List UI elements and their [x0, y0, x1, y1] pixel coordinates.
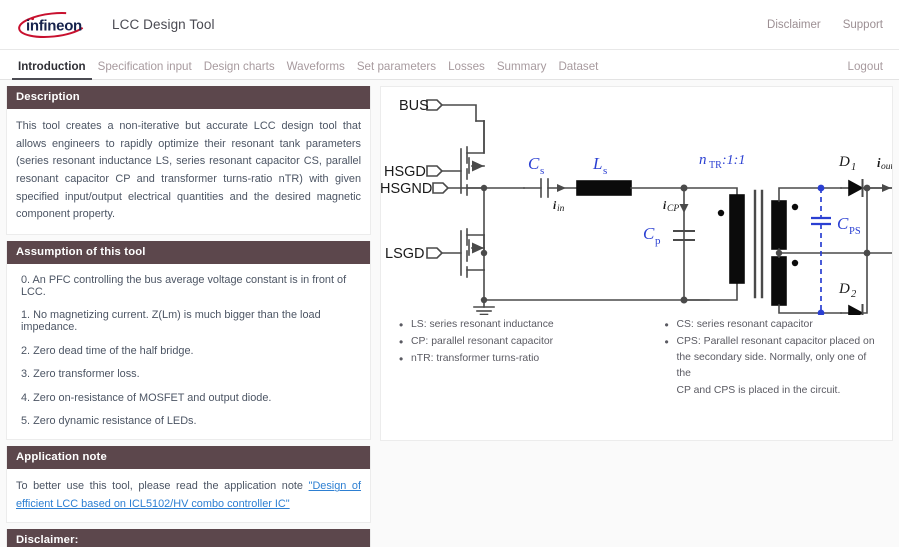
label-d2: D	[838, 281, 850, 297]
schematic-legend: LS: series resonant inductance CP: paral…	[381, 316, 892, 400]
svg-text:infineon: infineon	[26, 17, 82, 34]
legend-column-left: LS: series resonant inductance CP: paral…	[399, 316, 641, 400]
legend-column-right: CS: series resonant capacitor CPS: Paral…	[641, 316, 883, 400]
port-label-bus: BUS	[399, 98, 429, 114]
label-cp: C	[643, 224, 655, 243]
label-cps: C	[837, 214, 849, 233]
nav-item-design-charts[interactable]: Design charts	[198, 60, 281, 79]
schematic-panel: BUS HSGD HSGND LSGD C s L s C p C PS i i…	[380, 86, 893, 441]
nav-item-introduction[interactable]: Introduction	[12, 60, 92, 80]
label-cs: C	[528, 154, 540, 173]
nav-item-specification-input[interactable]: Specification input	[92, 60, 198, 79]
disclaimer-panel-title: Disclaimer:	[7, 529, 370, 547]
legend-item-ntr: nTR: transformer turns-ratio	[399, 350, 641, 369]
legend-item-cps: CPS: Parallel resonant capacitor placed …	[665, 333, 883, 399]
label-d2-sub: 2	[851, 289, 857, 300]
port-label-hsgd: HSGD	[384, 164, 426, 180]
label-d1: D	[838, 154, 850, 170]
application-note-panel-title: Application note	[7, 446, 370, 470]
infineon-logo[interactable]: infineon	[16, 11, 90, 39]
label-ls-sub: s	[603, 165, 607, 177]
assumption-panel-title: Assumption of this tool	[7, 240, 370, 264]
label-i-out-sub: out	[881, 162, 893, 172]
nav-item-summary[interactable]: Summary	[491, 60, 553, 79]
nav-item-set-parameters[interactable]: Set parameters	[351, 60, 442, 79]
label-ls: L	[592, 154, 602, 173]
legend-item-cps-line1: CPS: Parallel resonant capacitor placed …	[676, 336, 875, 348]
assumption-item-3: 3. Zero transformer loss.	[21, 368, 140, 381]
legend-item-cs: CS: series resonant capacitor	[665, 316, 883, 335]
description-panel-body: This tool creates a non-iterative but ac…	[16, 120, 361, 221]
primary-nav: Introduction Specification input Design …	[0, 50, 899, 80]
port-label-hsgnd: HSGND	[381, 181, 432, 197]
legend-item-ls: LS: series resonant inductance	[399, 316, 641, 335]
left-column: Description This tool creates a non-iter…	[6, 86, 371, 547]
assumption-item-5: 5. Zero dynamic resistance of LEDs.	[21, 415, 197, 428]
legend-item-cp: CP: parallel resonant capacitor	[399, 333, 641, 352]
label-ntr-sub: TR	[709, 160, 722, 171]
label-d1-sub: 1	[851, 162, 856, 173]
nav-item-dataset[interactable]: Dataset	[552, 60, 604, 79]
app-title: LCC Design Tool	[112, 17, 215, 32]
assumption-panel: Assumption of this tool 0. An PFC contro…	[6, 240, 371, 441]
assumption-item-1: 1. No magnetizing current. Z(Lm) is much…	[21, 309, 321, 334]
application-note-lead: To better use this tool, please read the…	[16, 480, 309, 493]
assumption-item-4: 4. Zero on-resistance of MOSFET and outp…	[21, 391, 272, 404]
description-panel: Description This tool creates a non-iter…	[6, 86, 371, 235]
port-label-lsgd: LSGD	[385, 246, 425, 262]
nav-item-losses[interactable]: Losses	[442, 60, 491, 79]
assumption-item-2: 2. Zero dead time of the half bridge.	[21, 344, 194, 357]
assumption-item-0: 0. An PFC controlling the bus average vo…	[21, 273, 347, 298]
label-i-cp-sub: CP	[667, 204, 679, 214]
legend-item-cps-line3: CP and CPS is placed in the circuit.	[676, 384, 841, 396]
label-i-in-sub: in	[557, 204, 565, 214]
assumption-list: 0. An PFC controlling the bus average vo…	[7, 264, 370, 440]
label-cp-sub: p	[655, 235, 661, 247]
top-header-bar: infineon LCC Design Tool Disclaimer Supp…	[0, 0, 899, 50]
disclaimer-panel: Disclaimer: This LCC design tool is give…	[6, 529, 371, 547]
label-turns-ratio: :1:1	[722, 153, 745, 168]
schematic-container: BUS HSGD HSGND LSGD C s L s C p C PS i i…	[381, 87, 892, 315]
disclaimer-link[interactable]: Disclaimer	[767, 19, 821, 31]
support-link[interactable]: Support	[843, 19, 883, 31]
nav-item-waveforms[interactable]: Waveforms	[281, 60, 351, 79]
description-panel-title: Description	[7, 86, 370, 109]
application-note-panel: Application note To better use this tool…	[6, 446, 371, 524]
logout-button[interactable]: Logout	[842, 60, 885, 79]
label-cs-sub: s	[540, 165, 544, 177]
lcc-resonant-converter-schematic: BUS HSGD HSGND LSGD C s L s C p C PS i i…	[381, 98, 893, 315]
label-ntr: n	[699, 152, 707, 168]
legend-item-cps-line2: the secondary side. Normally, only one o…	[676, 352, 867, 380]
application-note-body: To better use this tool, please read the…	[7, 469, 370, 522]
main-content: Description This tool creates a non-iter…	[0, 80, 899, 547]
infineon-logo-icon: infineon	[18, 11, 88, 38]
label-cps-sub: PS	[849, 226, 861, 237]
